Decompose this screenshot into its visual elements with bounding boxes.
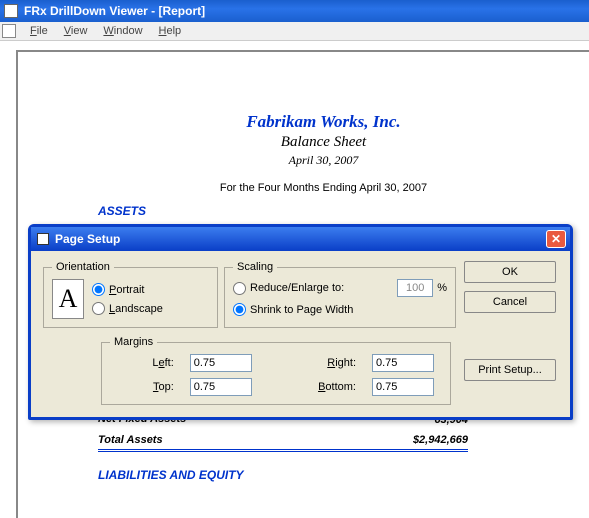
- margin-right-label: Right:: [276, 357, 356, 369]
- menubar: File View Window Help: [0, 22, 589, 41]
- landscape-label[interactable]: Landscape: [109, 303, 163, 315]
- scale-percent-input[interactable]: 100: [397, 279, 433, 297]
- window-title: FRx DrillDown Viewer - [Report]: [24, 4, 205, 18]
- portrait-label[interactable]: Portrait: [109, 284, 144, 296]
- shrink-label[interactable]: Shrink to Page Width: [250, 304, 353, 316]
- page-setup-dialog: Page Setup ✕ Orientation A Portrait: [28, 224, 573, 420]
- orientation-icon: A: [52, 279, 84, 319]
- close-icon[interactable]: ✕: [546, 230, 566, 248]
- margin-top-input[interactable]: [190, 378, 252, 396]
- report-company: Fabrikam Works, Inc.: [98, 112, 549, 132]
- margin-bottom-label: Bottom:: [276, 381, 356, 393]
- row-total-assets: Total Assets $2,942,669: [98, 433, 468, 447]
- reduce-enlarge-label[interactable]: Reduce/Enlarge to:: [250, 282, 344, 294]
- menu-file[interactable]: File: [22, 23, 56, 39]
- shrink-radio[interactable]: [233, 303, 246, 316]
- row-label: Total Assets: [98, 434, 163, 446]
- margin-bottom-input[interactable]: [372, 378, 434, 396]
- margins-group: Margins Left: Right: Top: Bottom:: [101, 336, 451, 405]
- scaling-legend: Scaling: [233, 261, 277, 273]
- report-date: April 30, 2007: [98, 153, 549, 168]
- report-title: Balance Sheet: [98, 134, 549, 151]
- orientation-legend: Orientation: [52, 261, 114, 273]
- margin-left-input[interactable]: [190, 354, 252, 372]
- margin-right-input[interactable]: [372, 354, 434, 372]
- section-assets: ASSETS: [98, 204, 549, 218]
- landscape-radio[interactable]: [92, 302, 105, 315]
- window-titlebar: FRx DrillDown Viewer - [Report]: [0, 0, 589, 22]
- report-period: For the Four Months Ending April 30, 200…: [98, 182, 549, 194]
- menu-help[interactable]: Help: [151, 23, 190, 39]
- print-setup-button[interactable]: Print Setup...: [464, 359, 556, 381]
- menu-view[interactable]: View: [56, 23, 96, 39]
- orientation-group: Orientation A Portrait Landscape: [43, 261, 218, 328]
- margin-top-label: Top:: [110, 381, 174, 393]
- menu-window[interactable]: Window: [95, 23, 150, 39]
- row-amount: $2,942,669: [388, 434, 468, 446]
- app-icon: [4, 4, 18, 18]
- margin-left-label: Left:: [110, 357, 174, 369]
- margins-legend: Margins: [110, 336, 157, 348]
- portrait-radio[interactable]: [92, 283, 105, 296]
- dialog-titlebar[interactable]: Page Setup ✕: [31, 227, 570, 251]
- cancel-button[interactable]: Cancel: [464, 291, 556, 313]
- scaling-group: Scaling Reduce/Enlarge to: 100 % Shrink …: [224, 261, 456, 328]
- ok-button[interactable]: OK: [464, 261, 556, 283]
- document-icon: [2, 24, 16, 38]
- reduce-enlarge-radio[interactable]: [233, 282, 246, 295]
- double-rule: [98, 449, 468, 452]
- percent-sign: %: [437, 282, 447, 294]
- section-liabilities: LIABILITIES AND EQUITY: [98, 468, 549, 482]
- dialog-title: Page Setup: [55, 232, 120, 246]
- dialog-icon: [37, 233, 49, 245]
